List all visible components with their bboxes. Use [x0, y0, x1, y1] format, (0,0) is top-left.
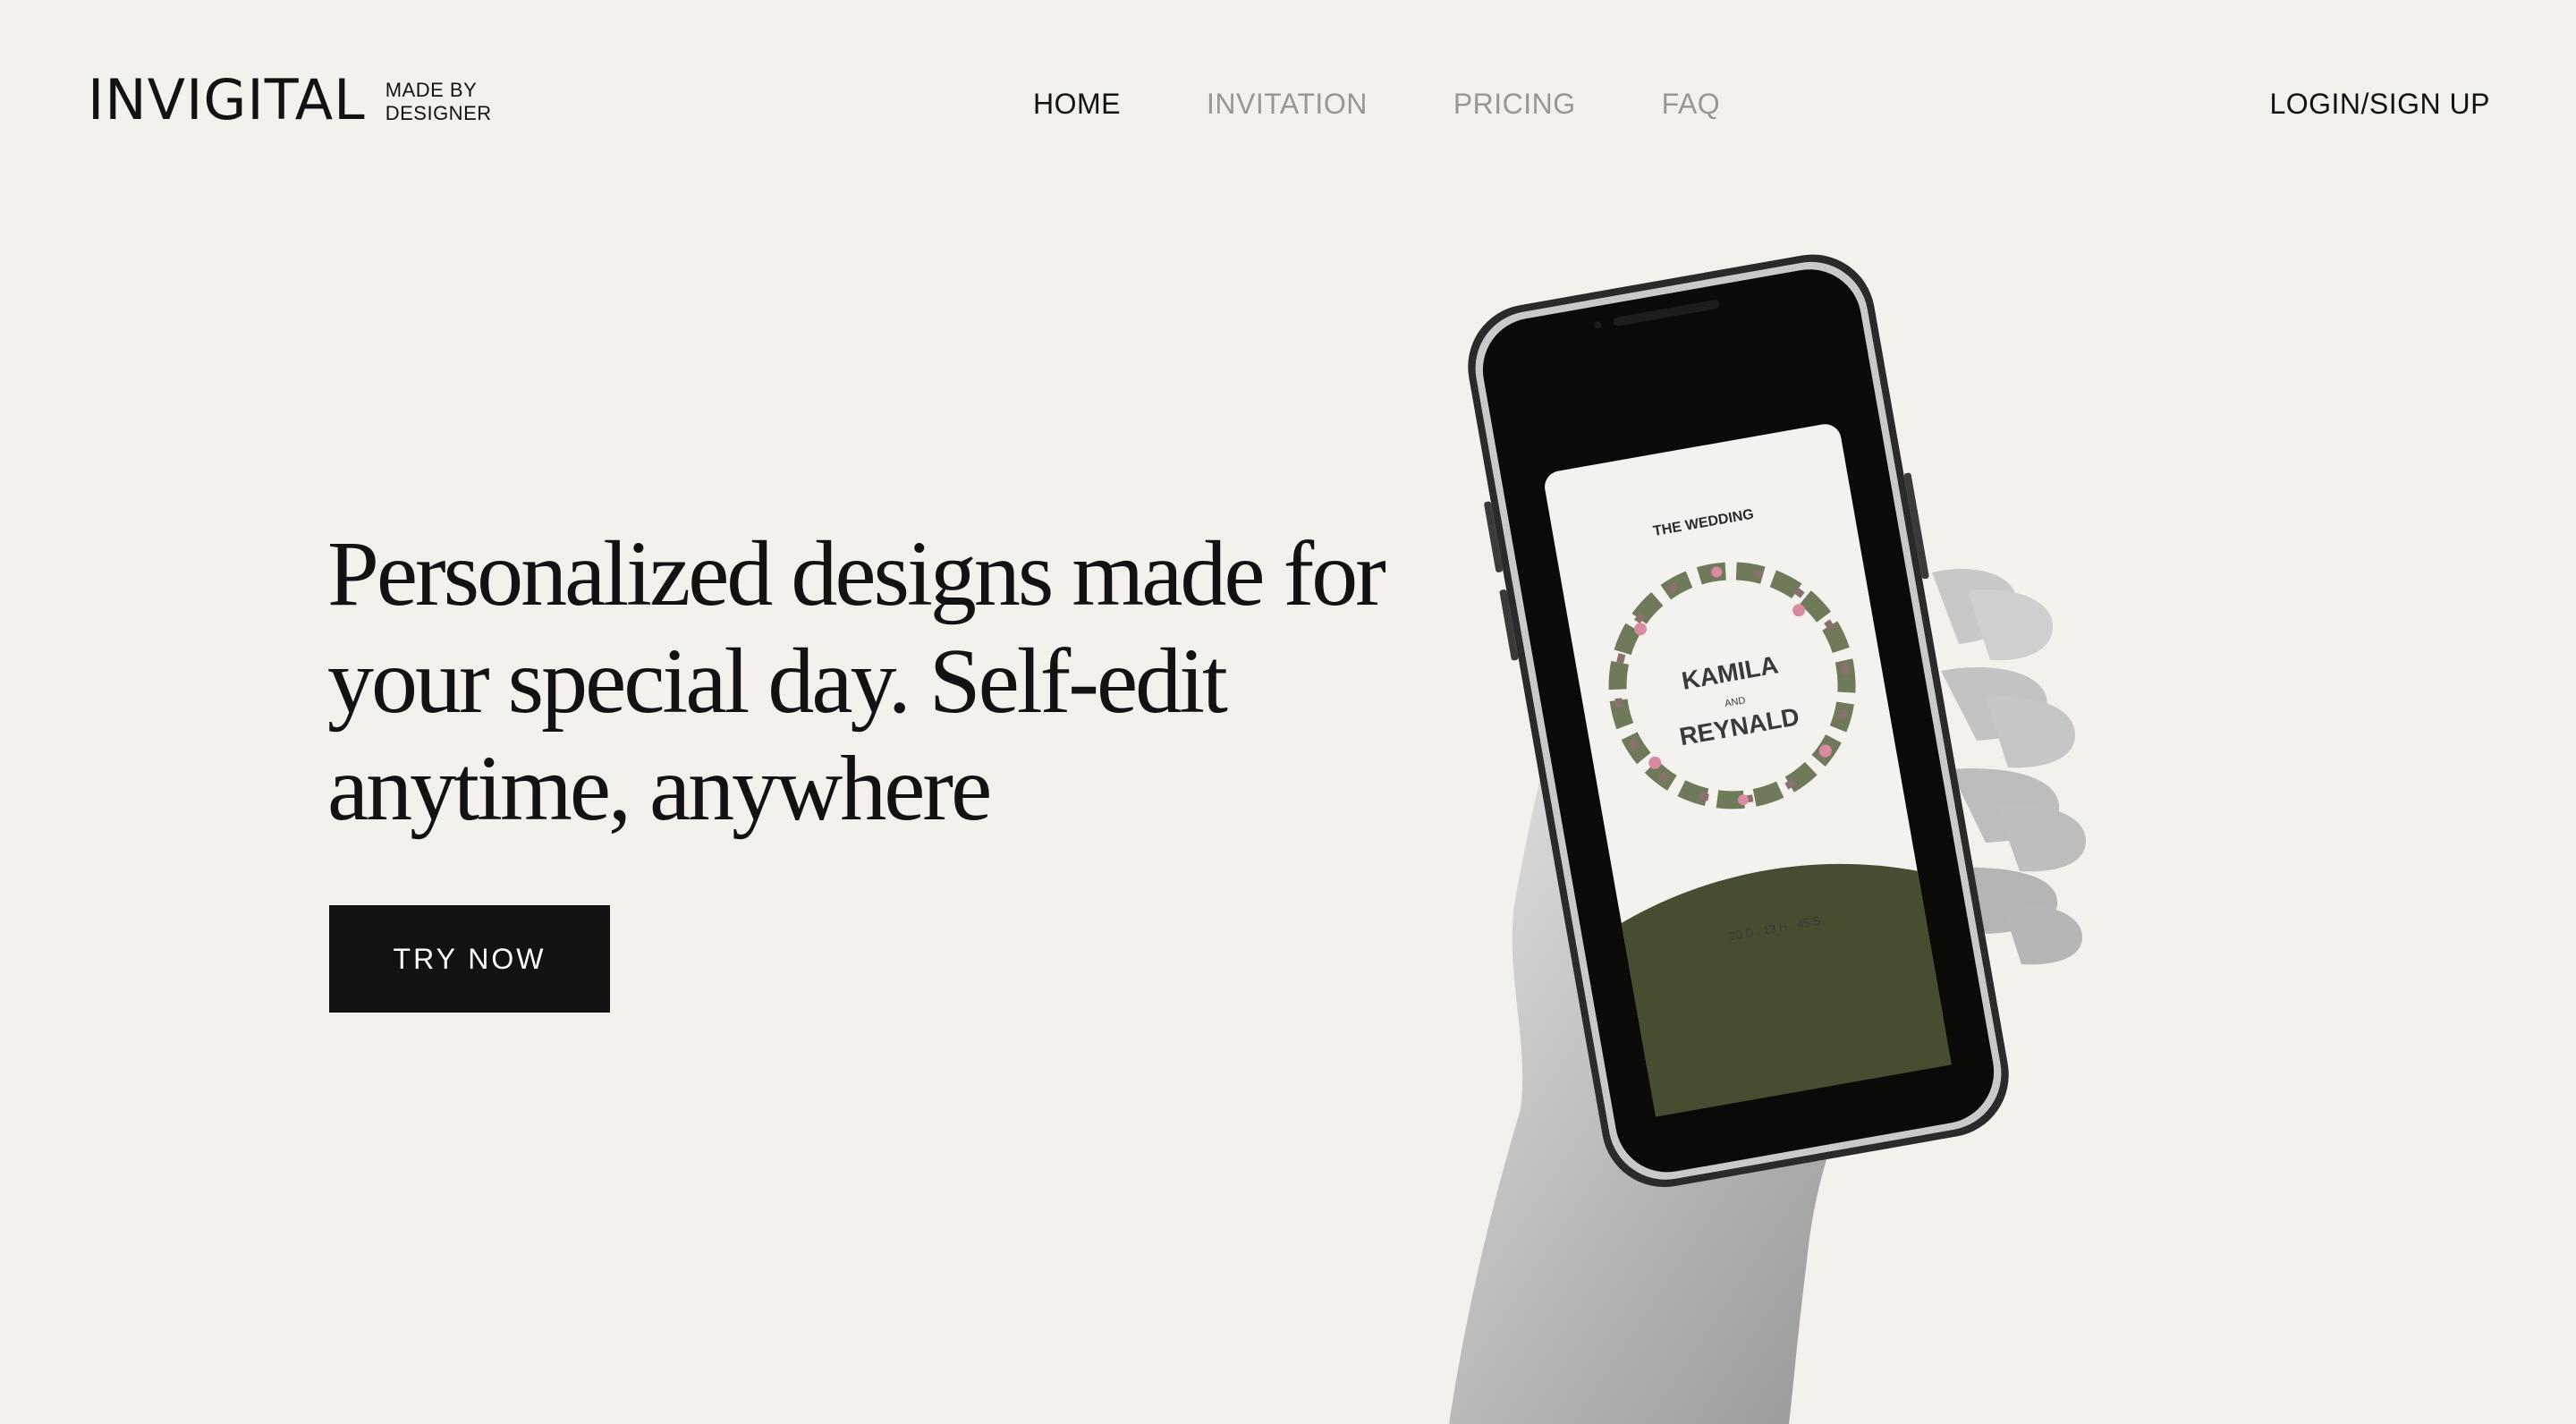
nav-home[interactable]: HOME [1033, 86, 1121, 122]
hero-headline-line3: anytime, anywhere [327, 737, 992, 840]
nav-faq[interactable]: FAQ [1662, 86, 1721, 122]
site-header: INVIGITAL MADE BY DESIGNER HOME INVITATI… [0, 0, 2576, 206]
hero-headline-line2: your special day. Self-edit [327, 630, 1228, 733]
nav-pricing[interactable]: PRICING [1453, 86, 1576, 122]
main-nav: HOME INVITATION PRICING FAQ [1033, 86, 1806, 122]
nav-invitation[interactable]: INVITATION [1207, 86, 1368, 122]
phone-in-hand-illustration: THE WEDDING KAMILA AND REYNALD 20 D . 13… [1395, 233, 2200, 1424]
logo-tagline: MADE BY DESIGNER [386, 75, 492, 125]
hero-headline: Personalized designs made for your speci… [327, 521, 1445, 843]
hero-headline-line1: Personalized designs made for [327, 522, 1386, 625]
brand-logo[interactable]: INVIGITAL MADE BY DESIGNER [88, 66, 492, 134]
logo-tagline-line2: DESIGNER [385, 102, 492, 124]
phone-illustration-svg: THE WEDDING KAMILA AND REYNALD 20 D . 13… [1449, 254, 2086, 1424]
logo-tagline-line1: MADE BY [385, 79, 478, 101]
login-signup-link[interactable]: LOGIN/SIGN UP [2269, 86, 2490, 122]
logo-wordmark: INVIGITAL [88, 67, 366, 132]
try-now-button[interactable]: TRY NOW [329, 905, 610, 1013]
